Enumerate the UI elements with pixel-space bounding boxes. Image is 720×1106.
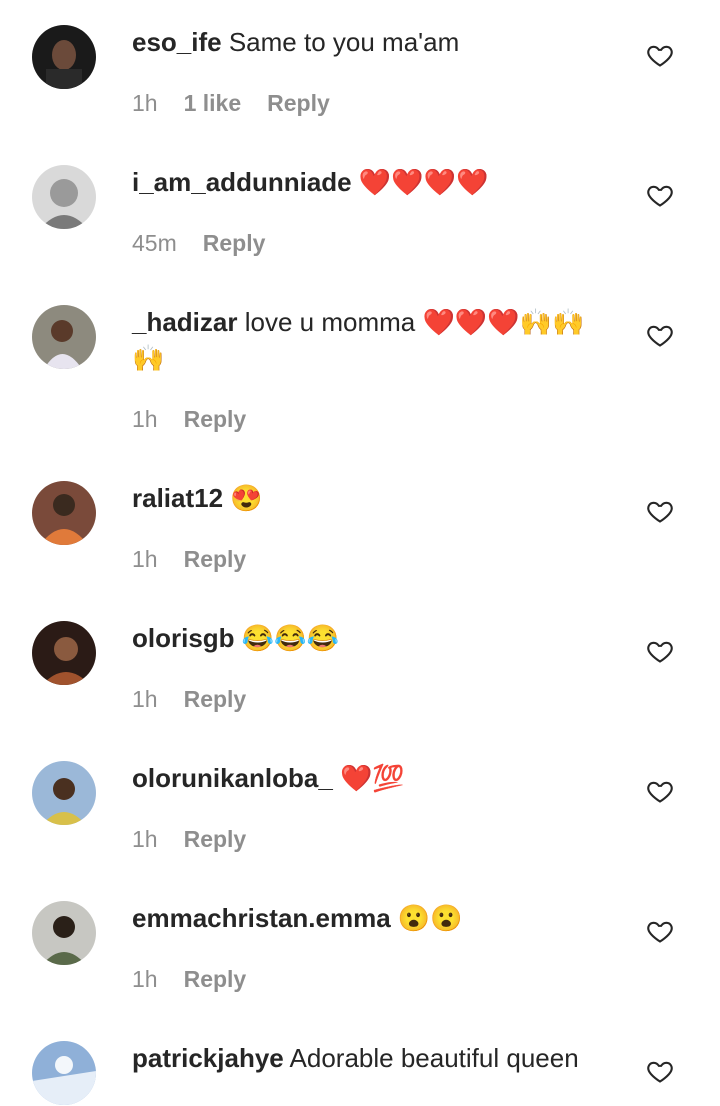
avatar[interactable] [32, 165, 96, 229]
comment-message: ❤️❤️❤️❤️ [358, 167, 489, 197]
avatar[interactable] [32, 1041, 96, 1105]
comment-text: emmachristan.emma 😮😮 [132, 900, 612, 936]
heart-outline-icon[interactable] [646, 321, 674, 349]
username[interactable]: eso_ife [132, 27, 222, 57]
comment-message: Same to you ma'am [228, 27, 460, 57]
timestamp: 1h [132, 90, 158, 116]
comment-meta: 1h Reply [132, 686, 272, 713]
username[interactable]: i_am_addunniade [132, 167, 352, 197]
comment-message: 😍 [230, 483, 263, 513]
reply-button[interactable]: Reply [184, 406, 247, 433]
reply-button[interactable]: Reply [184, 826, 247, 853]
reply-button[interactable]: Reply [184, 546, 247, 573]
timestamp: 1h [132, 546, 158, 572]
heart-outline-icon[interactable] [646, 1057, 674, 1085]
timestamp: 1h [132, 826, 158, 852]
comment-message: Adorable beautiful queen [289, 1043, 579, 1073]
comment-meta: 1h 1 like Reply [132, 90, 356, 117]
heart-outline-icon[interactable] [646, 777, 674, 805]
username[interactable]: emmachristan.emma [132, 903, 391, 933]
avatar[interactable] [32, 305, 96, 369]
avatar[interactable] [32, 621, 96, 685]
comment-text: eso_ife Same to you ma'am [132, 24, 612, 60]
comment-message: 😂😂😂 [241, 623, 339, 653]
comment-text: raliat12 😍 [132, 480, 612, 516]
comment-meta: 1h Reply [132, 546, 272, 573]
comment-meta: 1h Reply [132, 966, 272, 993]
username[interactable]: _hadizar [132, 307, 238, 337]
comment-message: 😮😮 [397, 903, 463, 933]
timestamp: 1h [132, 406, 158, 432]
reply-button[interactable]: Reply [203, 230, 266, 257]
likes-count[interactable]: 1 like [184, 90, 242, 117]
heart-outline-icon[interactable] [646, 917, 674, 945]
avatar[interactable] [32, 25, 96, 89]
comment-message: ❤️💯 [340, 763, 405, 793]
username[interactable]: olorisgb [132, 623, 235, 653]
reply-button[interactable]: Reply [184, 686, 247, 713]
username[interactable]: olorunikanloba_ [132, 763, 333, 793]
reply-button[interactable]: Reply [267, 90, 330, 117]
heart-outline-icon[interactable] [646, 497, 674, 525]
avatar[interactable] [32, 481, 96, 545]
heart-outline-icon[interactable] [646, 41, 674, 69]
timestamp: 1h [132, 966, 158, 992]
reply-button[interactable]: Reply [184, 966, 247, 993]
heart-outline-icon[interactable] [646, 181, 674, 209]
comment-text: olorunikanloba_ ❤️💯 [132, 760, 612, 796]
timestamp: 45m [132, 230, 177, 256]
timestamp: 1h [132, 686, 158, 712]
avatar[interactable] [32, 901, 96, 965]
username[interactable]: raliat12 [132, 483, 223, 513]
comment-text: _hadizar love u momma ❤️❤️❤️🙌🙌🙌 [132, 304, 612, 376]
comment-text: patrickjahye Adorable beautiful queen [132, 1040, 612, 1076]
heart-outline-icon[interactable] [646, 637, 674, 665]
username[interactable]: patrickjahye [132, 1043, 284, 1073]
avatar[interactable] [32, 761, 96, 825]
comment-text: i_am_addunniade ❤️❤️❤️❤️ [132, 164, 612, 200]
comment-text: olorisgb 😂😂😂 [132, 620, 612, 656]
comment-meta: 45m Reply [132, 230, 291, 257]
comment-meta: 1h Reply [132, 826, 272, 853]
comment-meta: 1h Reply [132, 406, 272, 433]
